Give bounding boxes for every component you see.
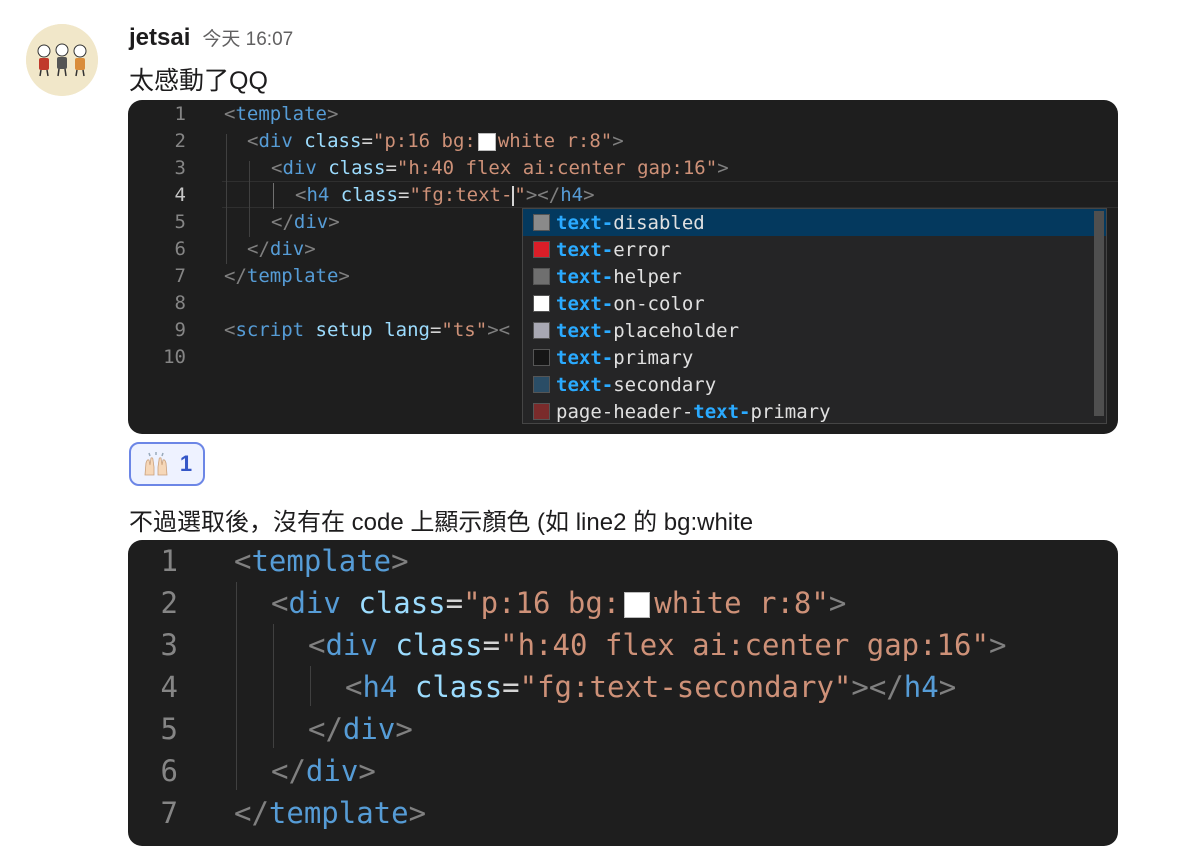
suggestion-text-primary[interactable]: text-primary — [523, 344, 1106, 371]
indent-guide — [310, 666, 311, 706]
message-text: 不過選取後，沒有在 code 上顯示顏色 (如 line2 的 bg:white — [129, 509, 754, 536]
code-line-5: </div> — [271, 211, 340, 233]
code-line-9: <script setup lang="ts">< — [224, 319, 511, 341]
line-number: 1 — [174, 103, 186, 125]
line-number: 5 — [174, 211, 186, 233]
indent-guide — [273, 624, 274, 748]
code-line-4: <h4 class="fg:text- "></h4> — [295, 184, 595, 206]
line-number: 7 — [160, 796, 178, 830]
message-header: jetsai 今天 16:07 — [129, 24, 293, 56]
line-number: 1 — [160, 544, 178, 578]
code-line-3: <div class="h:40 flex ai:center gap:16"> — [308, 628, 1007, 662]
indent-guide — [226, 134, 227, 264]
suggestion-text-disabled[interactable]: text-disabled — [523, 209, 1106, 236]
suggestion-text-on-color[interactable]: text-on-color — [523, 290, 1106, 317]
code-line-6: </div> — [247, 238, 316, 260]
suggestion-text-placeholder[interactable]: text-placeholder — [523, 317, 1106, 344]
code-line-1: <template> — [224, 103, 339, 125]
line-number: 2 — [174, 130, 186, 152]
suggestion-text-helper[interactable]: text-helper — [523, 263, 1106, 290]
color-swatch — [533, 214, 550, 231]
code-screenshot-autocomplete[interactable]: 1 2 3 4 5 6 7 8 9 10 <template> <div cla… — [128, 100, 1118, 434]
code-line-2: <div class="p:16 bg: white r:8"> — [271, 586, 847, 620]
avatar[interactable] — [26, 24, 98, 96]
line-number: 10 — [163, 346, 186, 368]
color-swatch — [533, 295, 550, 312]
code-line-4: <h4 class="fg:text-secondary"></h4> — [345, 670, 957, 704]
color-swatch — [533, 241, 550, 258]
reaction-button[interactable]: 1 — [129, 442, 205, 486]
code-line-3: <div class="h:40 flex ai:center gap:16"> — [271, 157, 729, 179]
message-timestamp[interactable]: 今天 16:07 — [202, 24, 293, 51]
suggestions-scrollbar[interactable] — [1094, 211, 1104, 416]
indent-guide — [249, 161, 250, 237]
autocomplete-suggestions[interactable]: text-disabled text-error text-helper tex… — [522, 208, 1107, 424]
line-number: 6 — [160, 754, 178, 788]
color-swatch-white — [477, 132, 496, 151]
line-number: 7 — [174, 265, 186, 287]
line-number-active: 4 — [174, 184, 186, 206]
author-name[interactable]: jetsai — [129, 24, 190, 52]
code-line-2: <div class="p:16 bg: white r:8"> — [247, 130, 624, 152]
line-number-gutter: 1 2 3 4 5 6 7 8 9 10 — [128, 100, 188, 368]
color-swatch — [533, 376, 550, 393]
three-characters-avatar-icon — [26, 24, 98, 96]
code-line-7: </template> — [234, 796, 427, 830]
indent-guide — [236, 582, 237, 790]
code-screenshot-result[interactable]: 1 2 3 4 5 6 7 <template> <div class="p:1… — [128, 540, 1118, 846]
indent-guide — [273, 183, 274, 209]
message-text: 太感動了QQ — [129, 67, 268, 95]
code-line-1: <template> — [234, 544, 409, 578]
code-line-5: </div> — [308, 712, 413, 746]
raised-hands-emoji-icon — [144, 452, 168, 476]
color-swatch-white — [624, 592, 651, 618]
code-line-6: </div> — [271, 754, 376, 788]
line-number: 4 — [160, 670, 178, 704]
line-number: 6 — [174, 238, 186, 260]
line-number: 8 — [174, 292, 186, 314]
color-swatch — [533, 349, 550, 366]
line-number: 3 — [160, 628, 178, 662]
suggestion-text-secondary[interactable]: text-secondary — [523, 371, 1106, 398]
color-swatch — [533, 403, 550, 420]
line-number: 9 — [174, 319, 186, 341]
line-number: 3 — [174, 157, 186, 179]
line-number: 5 — [160, 712, 178, 746]
code-line-7: </template> — [224, 265, 350, 287]
color-swatch — [533, 322, 550, 339]
color-swatch — [533, 268, 550, 285]
reaction-count: 1 — [179, 451, 193, 476]
suggestion-text-error[interactable]: text-error — [523, 236, 1106, 263]
line-number: 2 — [160, 586, 178, 620]
suggestion-page-header-text-primary[interactable]: page-header-text-primary — [523, 398, 1106, 423]
